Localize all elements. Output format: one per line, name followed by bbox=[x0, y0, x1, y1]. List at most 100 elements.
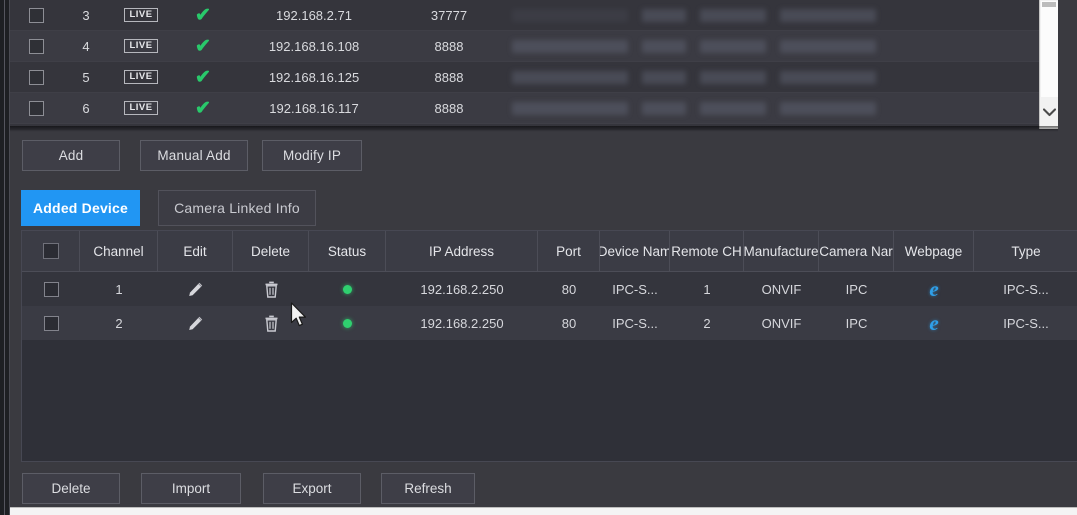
scrollbar-thumb[interactable] bbox=[1042, 2, 1056, 7]
add-button[interactable]: Add bbox=[22, 140, 120, 171]
cell-camera-name: IPC bbox=[845, 315, 868, 331]
discovery-row-number: 4 bbox=[82, 38, 90, 54]
cell-camera-name: IPC bbox=[845, 281, 868, 297]
cell-port: 80 bbox=[561, 315, 577, 331]
select-all-header[interactable] bbox=[22, 231, 80, 271]
row-select-checkbox[interactable] bbox=[10, 69, 62, 85]
row-select-checkbox[interactable] bbox=[22, 272, 80, 306]
discovery-port: 37777 bbox=[430, 7, 468, 23]
status-check-icon: ✔ bbox=[195, 35, 211, 57]
row-select-checkbox[interactable] bbox=[10, 38, 62, 54]
discovery-row-number: 3 bbox=[82, 7, 90, 23]
header-delete[interactable]: Delete bbox=[233, 231, 309, 271]
edit-button[interactable] bbox=[158, 306, 233, 340]
refresh-button[interactable]: Refresh bbox=[381, 473, 475, 504]
cell-ip-address: 192.168.2.250 bbox=[420, 281, 504, 297]
header-device-name[interactable]: Device Nam bbox=[600, 231, 670, 271]
discovered-devices-table[interactable]: 3 LIVE ✔ 192.168.2.71 37777 4 LIVE ✔ 192… bbox=[10, 0, 1058, 130]
live-badge[interactable]: LIVE bbox=[110, 101, 172, 115]
discovery-row-number: 6 bbox=[82, 100, 90, 116]
edit-button[interactable] bbox=[158, 272, 233, 306]
discovery-row[interactable]: 4 LIVE ✔ 192.168.16.108 8888 bbox=[10, 31, 1058, 62]
bottom-strip bbox=[0, 507, 1077, 515]
status-check-icon: ✔ bbox=[195, 66, 211, 88]
live-badge[interactable]: LIVE bbox=[110, 70, 172, 84]
internet-explorer-icon: e bbox=[929, 276, 939, 301]
header-camera-name[interactable]: Camera Nar bbox=[819, 231, 894, 271]
trash-icon bbox=[265, 315, 277, 332]
cell-remote-ch: 1 bbox=[703, 281, 711, 297]
blurred-cells bbox=[504, 8, 1058, 22]
discovery-port: 8888 bbox=[434, 69, 464, 85]
left-gutter bbox=[0, 0, 10, 515]
discovery-row-number: 5 bbox=[82, 69, 90, 85]
header-ip-address[interactable]: IP Address bbox=[386, 231, 538, 271]
status-check-icon: ✔ bbox=[195, 97, 211, 119]
discovery-toolbar: Add Manual Add Modify IP bbox=[10, 138, 1058, 176]
blurred-cells bbox=[504, 70, 1058, 84]
table-header-row: Channel Edit Delete Status IP Address Po… bbox=[22, 231, 1077, 272]
cell-manufacturer: ONVIF bbox=[761, 281, 802, 297]
status-check-icon: ✔ bbox=[195, 4, 211, 26]
header-type[interactable]: Type bbox=[974, 231, 1077, 271]
scrollbar-track[interactable] bbox=[1041, 1, 1058, 97]
status-badge bbox=[309, 306, 386, 340]
discovery-ip-address: 192.168.16.117 bbox=[269, 100, 359, 116]
live-badge[interactable]: LIVE bbox=[110, 39, 172, 53]
cell-port: 80 bbox=[561, 281, 577, 297]
discovery-row[interactable]: 5 LIVE ✔ 192.168.16.125 8888 bbox=[10, 62, 1058, 93]
cell-device-name: IPC-S... bbox=[612, 281, 658, 297]
discovery-ip-address: 192.168.2.71 bbox=[276, 7, 352, 23]
pencil-icon bbox=[189, 282, 203, 296]
internet-explorer-icon: e bbox=[929, 310, 939, 335]
discovery-row[interactable]: 6 LIVE ✔ 192.168.16.117 8888 bbox=[10, 93, 1058, 124]
pencil-icon bbox=[189, 316, 203, 330]
cell-type: IPC-S... bbox=[1003, 281, 1049, 297]
modify-ip-button[interactable]: Modify IP bbox=[262, 140, 362, 171]
webpage-link[interactable]: e bbox=[894, 272, 974, 306]
tab-camera-linked-info[interactable]: Camera Linked Info bbox=[158, 190, 316, 226]
status-badge bbox=[309, 272, 386, 306]
cell-device-name: IPC-S... bbox=[612, 315, 658, 331]
select-all-checkbox[interactable] bbox=[42, 243, 59, 259]
tab-bar: Added Device Camera Linked Info bbox=[10, 190, 1058, 228]
added-device-table: Channel Edit Delete Status IP Address Po… bbox=[21, 230, 1077, 462]
cell-ip-address: 192.168.2.250 bbox=[420, 315, 504, 331]
panel-divider-shadow bbox=[10, 126, 1058, 132]
cell-manufacturer: ONVIF bbox=[761, 315, 802, 331]
delete-button[interactable] bbox=[233, 306, 309, 340]
header-edit[interactable]: Edit bbox=[158, 231, 233, 271]
bottom-toolbar: Delete Import Export Refresh bbox=[10, 473, 1058, 509]
header-webpage[interactable]: Webpage bbox=[894, 231, 974, 271]
table-row[interactable]: 2 192.168.2.250 80 IPC-S... 2 ONVIF IPC … bbox=[22, 306, 1077, 340]
table-row[interactable]: 1 192.168.2.250 80 IPC-S... 1 ONVIF IPC … bbox=[22, 272, 1077, 306]
import-button[interactable]: Import bbox=[141, 473, 241, 504]
tab-added-device[interactable]: Added Device bbox=[21, 190, 140, 226]
discovery-ip-address: 192.168.16.108 bbox=[268, 38, 360, 54]
discovery-ip-address: 192.168.16.125 bbox=[268, 69, 360, 85]
header-remote-ch[interactable]: Remote CH bbox=[670, 231, 744, 271]
row-select-checkbox[interactable] bbox=[10, 100, 62, 116]
status-online-dot bbox=[343, 284, 352, 294]
header-manufacturer[interactable]: Manufacture bbox=[744, 231, 819, 271]
device-manager-panel: 3 LIVE ✔ 192.168.2.71 37777 4 LIVE ✔ 192… bbox=[0, 0, 1077, 515]
export-button[interactable]: Export bbox=[263, 473, 361, 504]
discovery-scrollbar[interactable] bbox=[1039, 0, 1058, 129]
manual-add-button[interactable]: Manual Add bbox=[140, 140, 248, 171]
left-gutter-line bbox=[4, 0, 5, 515]
live-badge[interactable]: LIVE bbox=[110, 8, 172, 22]
delete-button-bottom[interactable]: Delete bbox=[22, 473, 120, 504]
delete-button[interactable] bbox=[233, 272, 309, 306]
row-select-checkbox[interactable] bbox=[22, 306, 80, 340]
chevron-down-icon[interactable] bbox=[1040, 103, 1058, 121]
status-online-dot bbox=[343, 318, 352, 328]
trash-icon bbox=[265, 281, 277, 298]
cell-type: IPC-S... bbox=[1003, 315, 1049, 331]
header-port[interactable]: Port bbox=[538, 231, 600, 271]
webpage-link[interactable]: e bbox=[894, 306, 974, 340]
header-channel[interactable]: Channel bbox=[80, 231, 158, 271]
discovery-port: 8888 bbox=[434, 100, 464, 116]
discovery-row[interactable]: 3 LIVE ✔ 192.168.2.71 37777 bbox=[10, 0, 1058, 31]
row-select-checkbox[interactable] bbox=[10, 7, 62, 23]
header-status[interactable]: Status bbox=[309, 231, 386, 271]
